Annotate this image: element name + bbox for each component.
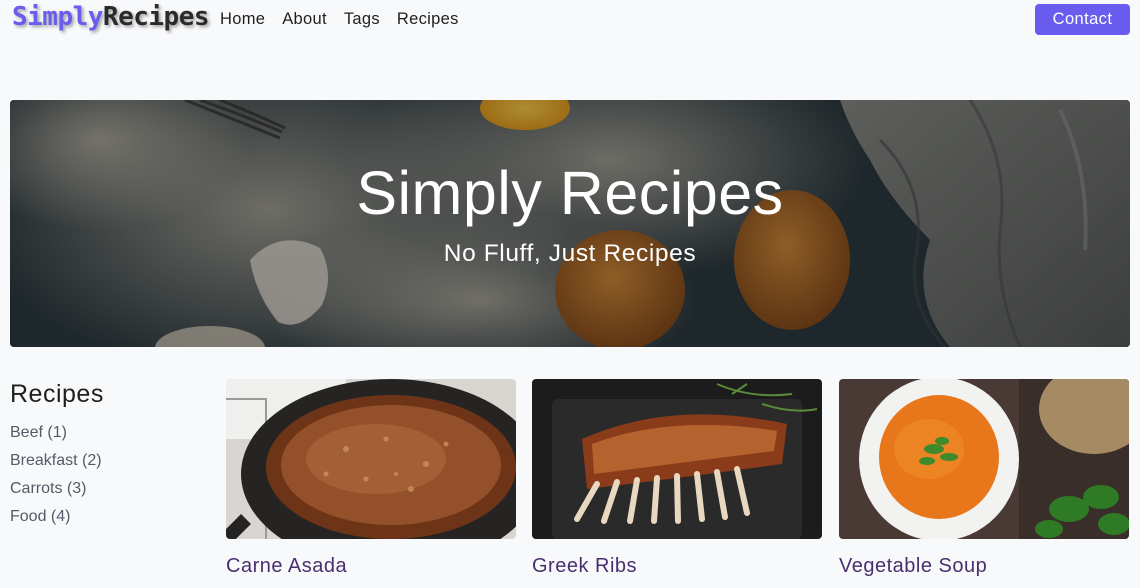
nav-links: Home About Tags Recipes — [220, 10, 459, 29]
nav-link-tags[interactable]: Tags — [344, 10, 380, 29]
logo-part-1: Simply — [12, 2, 103, 32]
recipe-title[interactable]: Greek Ribs — [532, 555, 822, 578]
logo-part-2: Recipes — [102, 2, 210, 32]
hero-subtitle: No Fluff, Just Recipes — [443, 240, 697, 267]
sidebar-title: Recipes — [10, 380, 104, 408]
nav-link-home[interactable]: Home — [220, 10, 265, 29]
recipe-title[interactable]: Carne Asada — [226, 555, 516, 578]
recipe-card[interactable]: Greek Ribs — [532, 379, 822, 578]
hero-title: Simply Recipes — [356, 159, 784, 227]
nav-link-recipes[interactable]: Recipes — [397, 10, 459, 29]
nav-link-about[interactable]: About — [282, 10, 327, 29]
top-nav: SimplyRecipes Home About Tags Recipes Co… — [0, 0, 1140, 40]
greek-ribs-photo[interactable] — [532, 379, 822, 539]
recipe-title[interactable]: Vegetable Soup — [839, 555, 1129, 578]
sidebar-item-beef[interactable]: Beef (1) — [10, 424, 102, 452]
sidebar-item-carrots[interactable]: Carrots (3) — [10, 480, 102, 508]
site-logo[interactable]: SimplyRecipes — [12, 2, 210, 32]
recipe-card[interactable]: Vegetable Soup — [839, 379, 1129, 578]
recipe-card[interactable]: Carne Asada — [226, 379, 516, 578]
hero-banner: Simply Recipes No Fluff, Just Recipes — [10, 100, 1130, 347]
contact-button[interactable]: Contact — [1035, 4, 1130, 35]
carne-asada-photo[interactable] — [226, 379, 516, 539]
vegetable-soup-photo[interactable] — [839, 379, 1129, 539]
sidebar-item-breakfast[interactable]: Breakfast (2) — [10, 452, 102, 480]
sidebar-item-food[interactable]: Food (4) — [10, 508, 102, 536]
sidebar-tag-list: Beef (1) Breakfast (2) Carrots (3) Food … — [10, 424, 102, 536]
